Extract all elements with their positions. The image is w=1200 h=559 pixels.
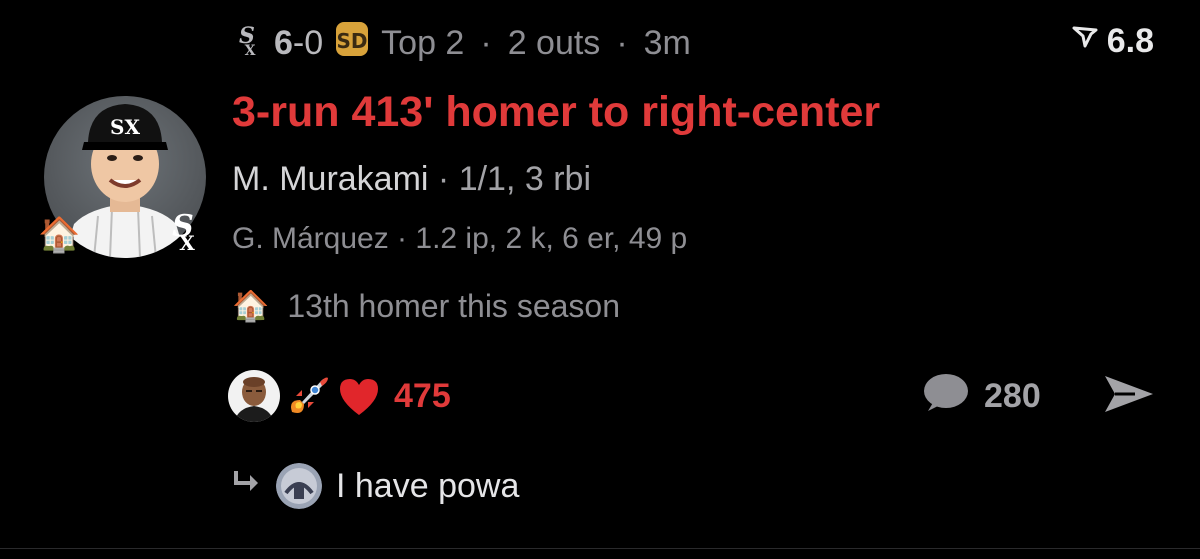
exit-velocity: 6.8 <box>1071 22 1154 61</box>
reply-preview[interactable]: I have powa <box>230 458 519 514</box>
send-arrow-icon <box>1101 372 1157 421</box>
rocket-emoji <box>282 370 334 422</box>
separator: · <box>480 23 492 62</box>
house-emoji: 🏠 <box>232 290 270 323</box>
speed-value: 6.8 <box>1106 22 1154 60</box>
batter-line: M. Murakami · 1/1, 3 rbi <box>232 160 591 199</box>
score-dash: - <box>292 23 305 62</box>
svg-text:X: X <box>245 43 256 59</box>
season-note: 🏠 13th homer this season <box>232 288 620 325</box>
svg-text:SD: SD <box>337 29 368 53</box>
exit-velocity-icon <box>1071 22 1099 61</box>
svg-text:SX: SX <box>110 115 140 139</box>
score-away: 0 <box>304 23 324 62</box>
white-sox-logo-icon: S X <box>232 19 262 68</box>
game-status-line: S X 6-0 SD Top 2 · 2 outs · 3m <box>232 18 691 68</box>
pitcher-line: G. Márquez · 1.2 ip, 2 k, 6 er, 49 p <box>232 222 688 255</box>
white-sox-badge-icon: S X <box>160 196 206 256</box>
batter-name[interactable]: M. Murakami <box>232 160 428 198</box>
comments-button[interactable]: 280 <box>920 368 1041 424</box>
outs: 2 outs <box>507 23 601 62</box>
batter-stats: 1/1, 3 rbi <box>458 160 592 198</box>
play-headline[interactable]: 3-run 413' homer to right-center <box>232 88 880 137</box>
score-home: 6 <box>274 23 293 62</box>
share-button[interactable] <box>1100 368 1158 424</box>
likes-count[interactable]: 475 <box>394 377 451 416</box>
separator: · <box>616 23 628 62</box>
svg-text:X: X <box>179 231 195 255</box>
reply-arrow-icon <box>230 467 262 506</box>
padres-logo-icon: SD <box>335 21 369 66</box>
user-avatar-icon[interactable] <box>276 463 322 509</box>
separator: · <box>437 160 450 198</box>
heart-emoji <box>334 371 384 421</box>
inning: Top 2 <box>381 23 465 62</box>
note-text: 13th homer this season <box>287 288 620 324</box>
score: 6-0 <box>274 24 323 63</box>
comments-count: 280 <box>984 376 1041 415</box>
person-face-icon <box>228 370 280 422</box>
time-ago: 3m <box>643 23 691 62</box>
speech-bubble-icon <box>920 371 970 422</box>
divider <box>0 548 1200 549</box>
house-icon: 🏠 <box>38 216 81 254</box>
reactions-bar[interactable]: 475 <box>228 366 451 426</box>
reply-text: I have powa <box>336 466 520 505</box>
